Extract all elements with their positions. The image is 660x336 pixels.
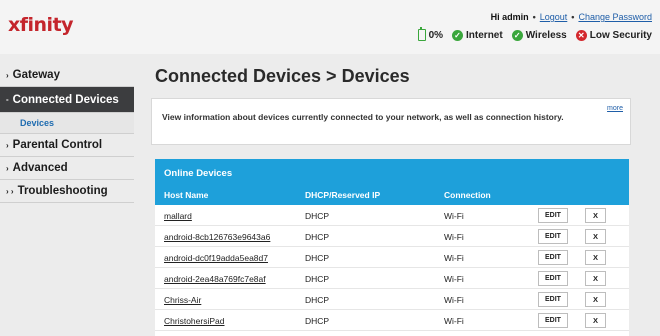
connection-type: Wi-Fi <box>444 211 464 221</box>
chevron-right-icon: › <box>6 70 9 80</box>
change-password-link[interactable]: Change Password <box>578 12 652 22</box>
wireless-label: Wireless <box>525 29 567 41</box>
status-bar: 0% ✓ Internet ✓ Wireless ✕ Low Security <box>417 27 652 41</box>
check-circle-icon: ✓ <box>452 29 464 41</box>
remove-button[interactable]: X <box>585 229 606 244</box>
ip-type: DHCP <box>305 253 330 263</box>
table-row: mallard DHCP Wi-Fi EDIT X <box>155 205 629 226</box>
edit-button[interactable]: EDIT <box>538 292 568 307</box>
host-name-link[interactable]: android-8cb126763e9643a6 <box>164 232 270 242</box>
sidebar-subitem-devices[interactable]: Devices <box>0 113 134 134</box>
host-name-link[interactable]: android-dc0f19adda5ea8d7 <box>164 253 268 263</box>
host-name-link[interactable]: ChristohersiPad <box>164 316 224 326</box>
edit-button[interactable]: EDIT <box>538 250 568 265</box>
internet-status[interactable]: ✓ Internet <box>452 29 503 41</box>
battery-icon <box>417 27 426 41</box>
remove-button[interactable]: X <box>585 292 606 307</box>
sidebar-item-label: Gateway <box>12 69 60 81</box>
sidebar-item-parental-control[interactable]: › Parental Control <box>0 134 134 157</box>
logout-link[interactable]: Logout <box>540 12 568 22</box>
table-row: Chriss-Air DHCP Wi-Fi EDIT X <box>155 289 629 310</box>
host-name-link[interactable]: Chriss-Air <box>164 295 201 305</box>
chevron-right-icon: › › <box>6 186 14 196</box>
connection-type: Wi-Fi <box>444 253 464 263</box>
sidebar-item-label: Connected Devices <box>12 93 119 106</box>
table-row: android-2ea48a769fc7e8af DHCP Wi-Fi EDIT… <box>155 268 629 289</box>
host-name-link[interactable]: android-2ea48a769fc7e8af <box>164 274 266 284</box>
greeting: Hi admin <box>490 12 529 22</box>
wireless-status[interactable]: ✓ Wireless <box>511 29 567 41</box>
chevron-right-icon: › <box>6 163 9 173</box>
connection-type: Wi-Fi <box>444 274 464 284</box>
ip-type: DHCP <box>305 274 330 284</box>
sidebar-item-label: Troubleshooting <box>17 185 108 197</box>
ip-type: DHCP <box>305 316 330 326</box>
table-row: android-dc0f19adda5ea8d7 DHCP Wi-Fi EDIT… <box>155 247 629 268</box>
sidebar-item-advanced[interactable]: › Advanced <box>0 157 134 180</box>
battery-status: 0% <box>417 27 444 41</box>
connection-type: Wi-Fi <box>444 232 464 242</box>
sidebar-item-troubleshooting[interactable]: › › Troubleshooting <box>0 180 134 203</box>
online-devices-title: Online Devices <box>164 168 233 179</box>
separator-dot: • <box>532 12 536 22</box>
edit-button[interactable]: EDIT <box>538 208 568 223</box>
remove-button[interactable]: X <box>585 271 606 286</box>
connection-type: Wi-Fi <box>444 316 464 326</box>
header: xfinity Hi admin • Logout • Change Password … <box>0 0 660 54</box>
ip-type: DHCP <box>305 211 330 221</box>
battery-level: 0% <box>428 29 444 41</box>
page-title: Connected Devices > Devices <box>155 66 410 86</box>
online-devices-header: Online Devices Host Name DHCP/Reserved I… <box>155 159 629 205</box>
edit-button[interactable]: EDIT <box>538 271 568 286</box>
column-header-host-name: Host Name <box>164 190 209 200</box>
security-label: Low Security <box>589 29 652 41</box>
table-row: ChristohersiPad DHCP Wi-Fi EDIT X <box>155 310 629 331</box>
remove-button[interactable]: X <box>585 250 606 265</box>
ip-type: DHCP <box>305 295 330 305</box>
edit-button[interactable]: EDIT <box>538 313 568 328</box>
host-name-link[interactable]: mallard <box>164 211 192 221</box>
info-box: View information about devices currently… <box>151 98 631 145</box>
more-link[interactable]: more <box>607 105 623 112</box>
column-header-connection: Connection <box>444 190 491 200</box>
remove-button[interactable]: X <box>585 208 606 223</box>
sidebar-item-label: Advanced <box>12 162 68 174</box>
internet-label: Internet <box>466 29 503 41</box>
online-devices-panel: Online Devices Host Name DHCP/Reserved I… <box>155 159 629 336</box>
user-bar: Hi admin • Logout • Change Password <box>491 12 652 22</box>
collapse-icon: - <box>6 95 9 104</box>
security-status[interactable]: ✕ Low Security <box>575 29 652 41</box>
sidebar-item-label: Parental Control <box>12 139 103 151</box>
connection-type: Wi-Fi <box>444 295 464 305</box>
sidebar-item-connected-devices[interactable]: - Connected Devices <box>0 87 134 113</box>
xfinity-logo[interactable]: xfinity <box>8 14 74 36</box>
info-text: View information about devices currently… <box>162 112 564 122</box>
table-row: android-8cb126763e9643a6 DHCP Wi-Fi EDIT… <box>155 226 629 247</box>
separator-dot: • <box>571 12 575 22</box>
edit-button[interactable]: EDIT <box>538 229 568 244</box>
sidebar-item-gateway[interactable]: › Gateway <box>0 64 134 87</box>
sidebar: › Gateway - Connected Devices Devices › … <box>0 64 134 203</box>
chevron-right-icon: › <box>6 140 9 150</box>
check-circle-icon: ✓ <box>511 29 523 41</box>
column-header-ip: DHCP/Reserved IP <box>305 190 381 200</box>
remove-button[interactable]: X <box>585 313 606 328</box>
x-circle-icon: ✕ <box>575 29 587 41</box>
ip-type: DHCP <box>305 232 330 242</box>
